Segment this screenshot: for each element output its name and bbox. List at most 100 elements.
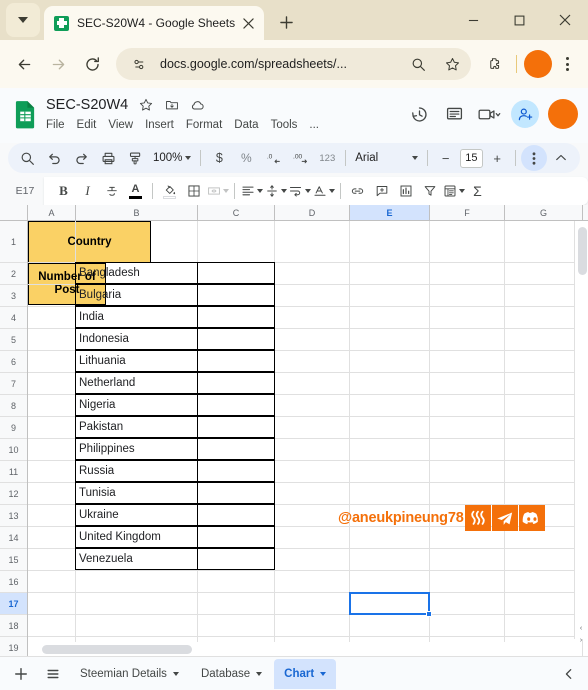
row-header-12[interactable]: 12 (0, 483, 27, 505)
table-row[interactable] (197, 306, 275, 328)
table-row[interactable]: Russia (75, 460, 198, 482)
table-row[interactable] (197, 328, 275, 350)
select-all-corner[interactable] (0, 205, 28, 220)
table-row[interactable]: Ukraine (75, 504, 198, 526)
row-header-11[interactable]: 11 (0, 461, 27, 483)
insert-link-icon[interactable] (346, 179, 369, 203)
window-maximize-button[interactable] (496, 0, 542, 40)
version-history-icon[interactable] (406, 101, 432, 127)
new-tab-button[interactable] (272, 8, 300, 36)
chevron-down-icon[interactable] (172, 671, 179, 676)
table-row[interactable] (197, 350, 275, 372)
column-header-e[interactable]: E (350, 205, 430, 220)
menu-edit[interactable]: Edit (77, 119, 97, 131)
column-header-a[interactable]: A (28, 205, 76, 220)
print-icon[interactable] (95, 145, 121, 171)
back-button[interactable] (8, 48, 40, 80)
forward-button[interactable] (42, 48, 74, 80)
scroll-step-left-icon[interactable]: ‹ (574, 622, 588, 634)
share-button[interactable] (511, 100, 539, 128)
column-header-b[interactable]: B (76, 205, 198, 220)
text-wrap-button[interactable] (288, 179, 311, 203)
collapse-toolbar-icon[interactable] (548, 145, 574, 171)
reload-button[interactable] (76, 48, 108, 80)
table-row[interactable]: Venezuela (75, 548, 198, 570)
row-header-2[interactable]: 2 (0, 263, 27, 285)
user-avatar[interactable] (548, 99, 578, 129)
tab-close-icon[interactable] (238, 13, 258, 33)
table-row[interactable] (197, 416, 275, 438)
table-row[interactable]: Netherland (75, 372, 198, 394)
table-header-country[interactable]: Country (28, 221, 151, 263)
table-row[interactable] (197, 372, 275, 394)
borders-button[interactable] (182, 179, 205, 203)
browser-menu-icon[interactable] (554, 49, 580, 79)
collapse-sidebar-icon[interactable] (556, 661, 582, 687)
menu-data[interactable]: Data (234, 119, 258, 131)
row-header-13[interactable]: 13 (0, 505, 27, 527)
more-options-icon[interactable] (521, 145, 547, 171)
row-header-15[interactable]: 15 (0, 549, 27, 571)
window-close-button[interactable] (542, 0, 588, 40)
menu-more[interactable]: ... (309, 119, 319, 131)
search-icon[interactable] (405, 51, 431, 77)
merge-cells-button[interactable] (206, 179, 229, 203)
font-size-decrease-button[interactable]: − (433, 145, 459, 171)
row-header-7[interactable]: 7 (0, 373, 27, 395)
table-row[interactable]: Pakistan (75, 416, 198, 438)
search-icon[interactable] (14, 145, 40, 171)
font-family-selector[interactable]: Arial (351, 152, 422, 164)
column-header-c[interactable]: C (198, 205, 275, 220)
extensions-puzzle-icon[interactable] (479, 49, 509, 79)
menu-view[interactable]: View (108, 119, 133, 131)
menu-insert[interactable]: Insert (145, 119, 174, 131)
table-row[interactable]: Bangladesh (75, 262, 198, 284)
move-to-folder-icon[interactable] (163, 97, 180, 114)
browser-profile-avatar[interactable] (524, 50, 552, 78)
column-header-f[interactable]: F (430, 205, 505, 220)
browser-tab-active[interactable]: SEC-S20W4 - Google Sheets (44, 6, 264, 40)
fill-handle[interactable] (426, 611, 432, 617)
sheet-tab-database[interactable]: Database (191, 659, 272, 689)
vertical-scrollbar-thumb[interactable] (578, 227, 587, 275)
insert-comment-icon[interactable] (370, 179, 393, 203)
document-title[interactable]: SEC-S20W4 (46, 97, 128, 113)
text-rotation-button[interactable] (312, 179, 335, 203)
sum-button[interactable]: Σ (466, 179, 489, 203)
functions-menu-icon[interactable] (442, 179, 465, 203)
column-header-d[interactable]: D (275, 205, 350, 220)
vertical-align-button[interactable] (264, 179, 287, 203)
row-header-16[interactable]: 16 (0, 571, 27, 593)
row-header-5[interactable]: 5 (0, 329, 27, 351)
all-sheets-icon[interactable] (38, 660, 68, 688)
row-header-14[interactable]: 14 (0, 527, 27, 549)
address-bar[interactable]: docs.google.com/spreadsheets/... (116, 48, 471, 80)
table-row[interactable] (197, 438, 275, 460)
fill-color-button[interactable] (158, 179, 181, 203)
create-filter-icon[interactable] (418, 179, 441, 203)
row-header-4[interactable]: 4 (0, 307, 27, 329)
paint-format-icon[interactable] (122, 145, 148, 171)
meet-camera-icon[interactable] (476, 101, 502, 127)
scroll-step-right-icon[interactable]: › (574, 634, 588, 646)
row-header-18[interactable]: 18 (0, 615, 27, 637)
table-row[interactable] (197, 284, 275, 306)
font-size-increase-button[interactable]: + (484, 145, 510, 171)
bold-button[interactable]: B (52, 179, 75, 203)
table-row[interactable]: Tunisia (75, 482, 198, 504)
redo-icon[interactable] (68, 145, 94, 171)
table-row[interactable] (197, 548, 275, 570)
strikethrough-button[interactable] (100, 179, 123, 203)
table-row[interactable] (197, 460, 275, 482)
italic-button[interactable]: I (76, 179, 99, 203)
table-row[interactable]: India (75, 306, 198, 328)
decrease-decimal-button[interactable]: .0 (260, 145, 286, 171)
table-row[interactable]: United Kingdom (75, 526, 198, 548)
add-sheet-icon[interactable] (6, 660, 36, 688)
column-header-g[interactable]: G (505, 205, 583, 220)
table-row[interactable]: Indonesia (75, 328, 198, 350)
horizontal-align-button[interactable] (240, 179, 263, 203)
text-color-button[interactable]: A (124, 179, 147, 203)
table-row[interactable]: Bulgaria (75, 284, 198, 306)
sheet-tab-steemian-details[interactable]: Steemian Details (70, 659, 189, 689)
